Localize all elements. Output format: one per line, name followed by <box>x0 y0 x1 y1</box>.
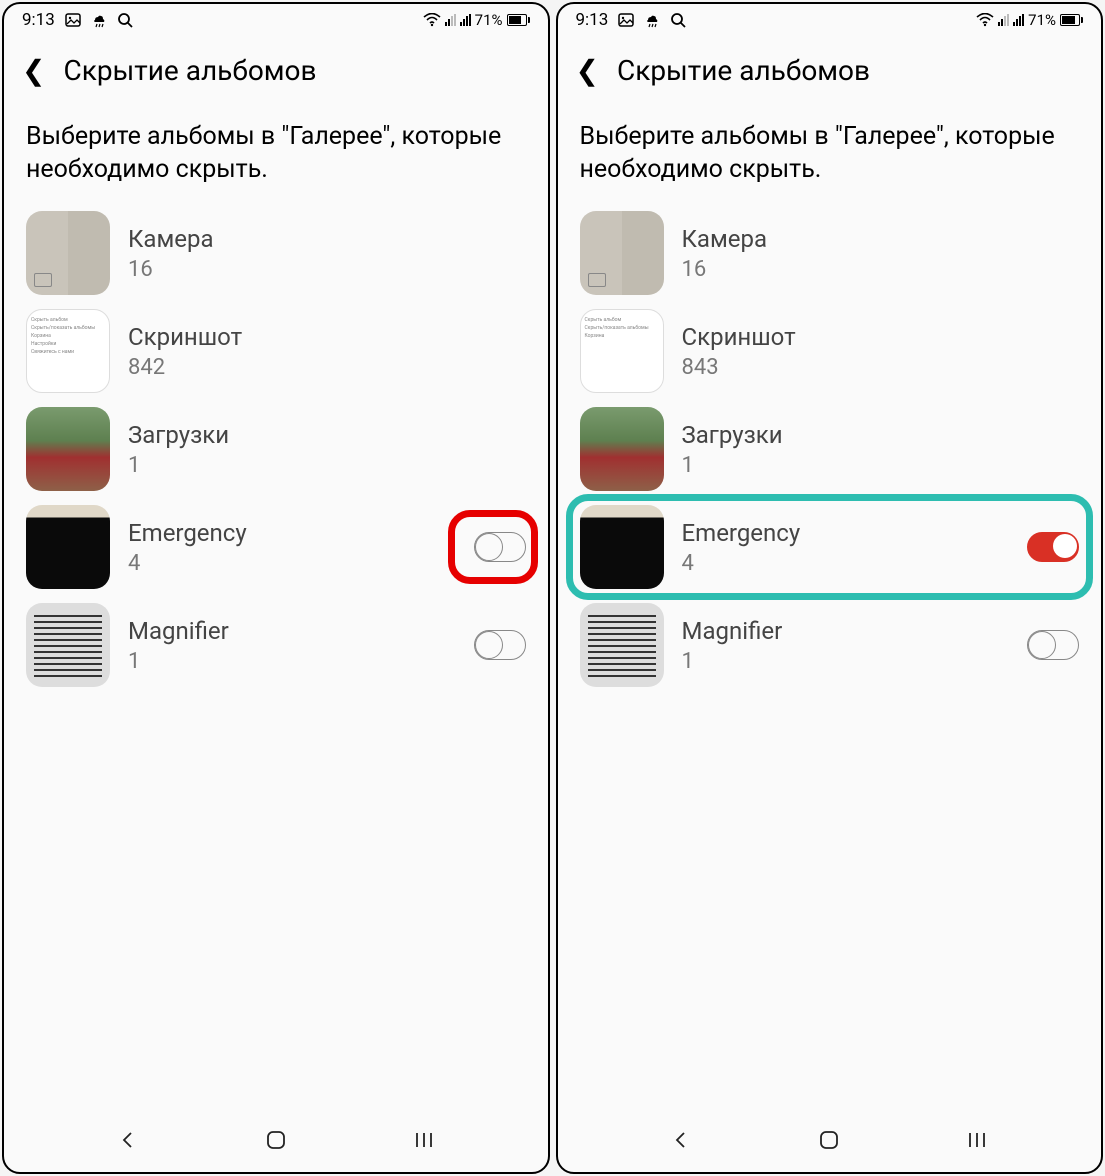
status-bar: 9:13 71% <box>4 4 548 34</box>
album-list: Камера 16 Скрыть альбом Скрыть/показать … <box>558 204 1102 1106</box>
battery-icon <box>507 14 530 26</box>
album-thumb <box>26 407 110 491</box>
album-toggle[interactable] <box>1027 630 1079 660</box>
album-info: Скриншот 843 <box>682 323 1080 380</box>
album-thumb <box>580 407 664 491</box>
album-info: Загрузки 1 <box>128 421 526 478</box>
album-info: Magnifier 1 <box>128 617 456 674</box>
search-icon <box>117 12 133 28</box>
status-left: 9:13 <box>22 10 133 30</box>
album-name: Magnifier <box>682 617 1010 645</box>
status-time: 9:13 <box>22 10 55 30</box>
album-row-emergency[interactable]: Emergency 4 <box>572 498 1088 596</box>
album-count: 842 <box>128 355 526 380</box>
nav-bar <box>558 1106 1102 1172</box>
album-info: Emergency 4 <box>682 519 1010 576</box>
album-row-screenshot[interactable]: Скрыть альбом Скрыть/показать альбомы Ко… <box>18 302 534 400</box>
nav-recent-button[interactable] <box>963 1126 991 1154</box>
signal-1-icon <box>998 14 1009 26</box>
album-name: Emergency <box>128 519 456 547</box>
album-row-emergency[interactable]: Emergency 4 <box>18 498 534 596</box>
album-thumb <box>580 211 664 295</box>
wifi-icon <box>976 13 994 27</box>
album-count: 1 <box>128 453 526 478</box>
album-row-camera[interactable]: Камера 16 <box>572 204 1088 302</box>
weather-icon <box>644 12 660 28</box>
album-count: 16 <box>128 257 526 282</box>
wifi-icon <box>423 13 441 27</box>
status-right: 71% <box>423 11 530 29</box>
album-row-downloads[interactable]: Загрузки 1 <box>572 400 1088 498</box>
back-button[interactable]: ❮ <box>576 57 599 85</box>
album-name: Скриншот <box>128 323 526 351</box>
signal-2-icon <box>1013 14 1024 26</box>
weather-icon <box>91 12 107 28</box>
album-thumb: Скрыть альбом Скрыть/показать альбомы Ко… <box>580 309 664 393</box>
album-name: Загрузки <box>128 421 526 449</box>
phone-right: 9:13 71% ❮ Скрытие альбомов Выберите аль… <box>556 2 1104 1174</box>
nav-home-button[interactable] <box>262 1126 290 1154</box>
album-info: Скриншот 842 <box>128 323 526 380</box>
header: ❮ Скрытие альбомов <box>4 34 548 97</box>
image-icon <box>618 12 634 28</box>
battery-pct: 71% <box>475 11 503 29</box>
signal-1-icon <box>445 14 456 26</box>
album-name: Камера <box>128 225 526 253</box>
album-list: Камера 16 Скрыть альбом Скрыть/показать … <box>4 204 548 1106</box>
album-row-camera[interactable]: Камера 16 <box>18 204 534 302</box>
album-name: Скриншот <box>682 323 1080 351</box>
nav-bar <box>4 1106 548 1172</box>
back-button[interactable]: ❮ <box>22 57 45 85</box>
album-info: Magnifier 1 <box>682 617 1010 674</box>
status-bar: 9:13 71% <box>558 4 1102 34</box>
album-thumb: Скрыть альбом Скрыть/показать альбомы Ко… <box>26 309 110 393</box>
album-count: 1 <box>682 649 1010 674</box>
album-row-screenshot[interactable]: Скрыть альбом Скрыть/показать альбомы Ко… <box>572 302 1088 400</box>
battery-pct: 71% <box>1028 11 1056 29</box>
status-right: 71% <box>976 11 1083 29</box>
nav-back-button[interactable] <box>667 1126 695 1154</box>
album-thumb <box>580 505 664 589</box>
album-name: Камера <box>682 225 1080 253</box>
battery-icon <box>1060 14 1083 26</box>
status-left: 9:13 <box>576 10 687 30</box>
search-icon <box>670 12 686 28</box>
page-subtitle: Выберите альбомы в "Галерее", которые не… <box>4 97 548 204</box>
album-row-downloads[interactable]: Загрузки 1 <box>18 400 534 498</box>
album-toggle[interactable] <box>474 630 526 660</box>
album-info: Загрузки 1 <box>682 421 1080 478</box>
album-count: 16 <box>682 257 1080 282</box>
nav-home-button[interactable] <box>815 1126 843 1154</box>
album-count: 4 <box>128 551 456 576</box>
status-time: 9:13 <box>576 10 609 30</box>
signal-2-icon <box>460 14 471 26</box>
album-info: Emergency 4 <box>128 519 456 576</box>
album-name: Magnifier <box>128 617 456 645</box>
nav-back-button[interactable] <box>114 1126 142 1154</box>
album-name: Emergency <box>682 519 1010 547</box>
album-count: 1 <box>128 649 456 674</box>
album-row-magnifier[interactable]: Magnifier 1 <box>572 596 1088 694</box>
page-subtitle: Выберите альбомы в "Галерее", которые не… <box>558 97 1102 204</box>
album-info: Камера 16 <box>682 225 1080 282</box>
album-row-magnifier[interactable]: Magnifier 1 <box>18 596 534 694</box>
album-thumb <box>580 603 664 687</box>
nav-recent-button[interactable] <box>410 1126 438 1154</box>
album-toggle[interactable] <box>474 532 526 562</box>
header: ❮ Скрытие альбомов <box>558 34 1102 97</box>
image-icon <box>65 12 81 28</box>
page-title: Скрытие альбомов <box>63 54 316 87</box>
album-name: Загрузки <box>682 421 1080 449</box>
album-thumb <box>26 505 110 589</box>
album-count: 843 <box>682 355 1080 380</box>
phone-left: 9:13 71% ❮ Скрытие альбомов Выберите аль… <box>2 2 550 1174</box>
album-count: 4 <box>682 551 1010 576</box>
album-count: 1 <box>682 453 1080 478</box>
album-thumb <box>26 211 110 295</box>
album-info: Камера 16 <box>128 225 526 282</box>
album-toggle[interactable] <box>1027 532 1079 562</box>
album-thumb <box>26 603 110 687</box>
page-title: Скрытие альбомов <box>617 54 870 87</box>
